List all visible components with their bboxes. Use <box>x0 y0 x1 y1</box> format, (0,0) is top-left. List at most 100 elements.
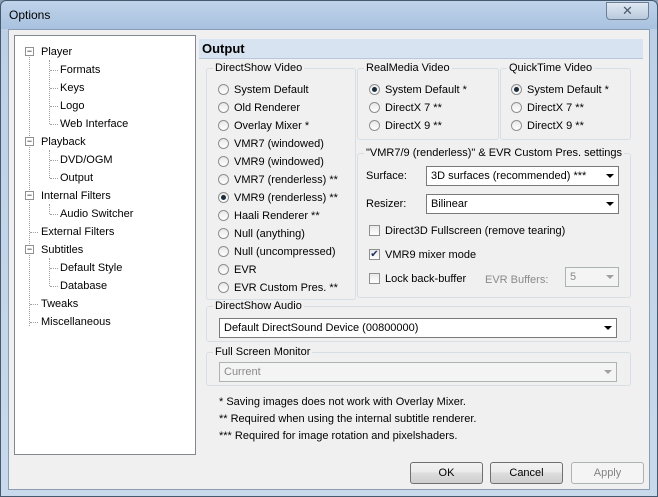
radio-label: DirectX 7 ** <box>527 102 584 114</box>
radio-icon[interactable] <box>218 83 229 95</box>
radio-system-default[interactable]: System Default <box>218 82 309 98</box>
radio-vmr7-windowed[interactable]: VMR7 (windowed) <box>218 136 324 152</box>
note-subtitle-renderer: ** Required when using the internal subt… <box>219 413 477 425</box>
surface-select[interactable]: 3D surfaces (recommended) *** <box>426 166 619 186</box>
radio-rm-system-default[interactable]: System Default * <box>369 82 467 98</box>
radio-icon[interactable] <box>218 263 229 275</box>
radio-icon[interactable] <box>218 155 229 167</box>
tree-item-formats[interactable]: Formats <box>60 62 100 78</box>
apply-button[interactable]: Apply <box>571 462 644 484</box>
checkmark-icon[interactable]: ✔ <box>369 248 380 260</box>
chevron-down-icon <box>604 370 612 374</box>
tree-item-subtitles[interactable]: Subtitles <box>41 242 83 258</box>
radio-icon[interactable] <box>218 209 229 221</box>
radio-label: Haali Renderer ** <box>234 210 320 222</box>
collapse-icon[interactable]: − <box>25 47 34 56</box>
chevron-down-icon <box>604 326 612 330</box>
tree-connector <box>50 106 58 107</box>
radio-icon[interactable] <box>369 119 380 131</box>
radio-icon[interactable] <box>369 101 380 113</box>
title-bar[interactable]: Options ✕ <box>1 1 657 29</box>
radio-haali-renderer[interactable]: Haali Renderer ** <box>218 208 320 224</box>
audio-device-value: Default DirectSound Device (00800000) <box>224 322 419 334</box>
radio-evr[interactable]: EVR <box>218 262 257 278</box>
tree-item-web-interface[interactable]: Web Interface <box>60 116 128 132</box>
radio-null-anything[interactable]: Null (anything) <box>218 226 305 242</box>
radio-label: System Default <box>234 84 309 96</box>
tree-item-default-style[interactable]: Default Style <box>60 260 122 276</box>
directshow-video-group: DirectShow Video System Default Old Rend… <box>206 62 356 300</box>
tree-item-external-filters[interactable]: External Filters <box>41 224 114 240</box>
radio-icon[interactable] <box>218 281 229 293</box>
radio-icon[interactable] <box>218 245 229 257</box>
vmr9-mixer-checkbox[interactable]: ✔ VMR9 mixer mode <box>369 247 476 263</box>
tree-item-miscellaneous[interactable]: Miscellaneous <box>41 314 111 330</box>
close-icon: ✕ <box>622 3 633 18</box>
radio-label: EVR Custom Pres. ** <box>234 282 338 294</box>
radio-icon[interactable] <box>218 101 229 113</box>
checkbox-icon[interactable] <box>369 272 380 284</box>
tree-item-keys[interactable]: Keys <box>60 80 84 96</box>
lock-backbuffer-checkbox[interactable]: Lock back-buffer <box>369 271 466 287</box>
tree-item-audio-switcher[interactable]: Audio Switcher <box>60 206 133 222</box>
tree-connector <box>30 304 38 305</box>
radio-label: DirectX 9 ** <box>527 120 584 132</box>
radio-qt-system-default[interactable]: System Default * <box>511 82 609 98</box>
tree-item-database[interactable]: Database <box>60 278 107 294</box>
radio-vmr7-renderless[interactable]: VMR7 (renderless) ** <box>218 172 338 188</box>
resizer-value: Bilinear <box>431 198 468 210</box>
tree-item-playback[interactable]: Playback <box>41 134 86 150</box>
page-title: Output <box>199 39 643 59</box>
radio-icon[interactable] <box>511 101 522 113</box>
radio-old-renderer[interactable]: Old Renderer <box>218 100 300 116</box>
tree-connector <box>50 178 58 179</box>
radio-rm-directx7[interactable]: DirectX 7 ** <box>369 100 442 116</box>
radio-qt-directx9[interactable]: DirectX 9 ** <box>511 118 584 134</box>
options-window: Options ✕ − Player Formats Keys Logo Web… <box>0 0 658 497</box>
collapse-icon[interactable]: − <box>25 191 34 200</box>
radio-qt-directx7[interactable]: DirectX 7 ** <box>511 100 584 116</box>
d3d-fullscreen-checkbox[interactable]: Direct3D Fullscreen (remove tearing) <box>369 223 565 239</box>
tree-item-internal-filters[interactable]: Internal Filters <box>41 188 111 204</box>
directshow-video-label: DirectShow Video <box>213 62 305 74</box>
cancel-button[interactable]: Cancel <box>490 462 563 484</box>
radio-evr-custom-pres[interactable]: EVR Custom Pres. ** <box>218 280 338 296</box>
options-tree[interactable]: − Player Formats Keys Logo Web Interface… <box>14 35 196 455</box>
radio-null-uncompressed[interactable]: Null (uncompressed) <box>218 244 335 260</box>
audio-device-select[interactable]: Default DirectSound Device (00800000) <box>219 318 617 338</box>
evr-buffers-select[interactable]: 5 <box>565 267 619 287</box>
evr-buffers-label: EVR Buffers: <box>485 274 549 286</box>
radio-icon[interactable] <box>511 119 522 131</box>
radio-overlay-mixer[interactable]: Overlay Mixer * <box>218 118 309 134</box>
radio-selected-icon[interactable] <box>218 191 229 203</box>
tree-item-output[interactable]: Output <box>60 170 93 186</box>
ok-button[interactable]: OK <box>410 462 483 484</box>
radio-icon[interactable] <box>218 227 229 239</box>
tree-connector <box>49 204 50 214</box>
checkbox-label: Direct3D Fullscreen (remove tearing) <box>385 225 566 237</box>
radio-icon[interactable] <box>218 137 229 149</box>
directshow-audio-group: DirectShow Audio Default DirectSound Dev… <box>206 300 631 342</box>
close-button[interactable]: ✕ <box>606 2 649 20</box>
tree-item-dvd-ogm[interactable]: DVD/OGM <box>60 152 113 168</box>
radio-rm-directx9[interactable]: DirectX 9 ** <box>369 118 442 134</box>
monitor-select[interactable]: Current <box>219 362 617 382</box>
radio-icon[interactable] <box>218 173 229 185</box>
tree-item-tweaks[interactable]: Tweaks <box>41 296 78 312</box>
radio-icon[interactable] <box>218 119 229 131</box>
radio-selected-icon[interactable] <box>369 83 380 95</box>
radio-label: Null (anything) <box>234 228 305 240</box>
radio-vmr9-windowed[interactable]: VMR9 (windowed) <box>218 154 324 170</box>
note-pixelshaders: *** Required for image rotation and pixe… <box>219 430 458 442</box>
collapse-icon[interactable]: − <box>25 245 34 254</box>
radio-label: Old Renderer <box>234 102 301 114</box>
checkbox-icon[interactable] <box>369 224 380 236</box>
tree-item-logo[interactable]: Logo <box>60 98 84 114</box>
radio-vmr9-renderless[interactable]: VMR9 (renderless) ** <box>218 190 338 206</box>
tree-item-player[interactable]: Player <box>41 44 72 60</box>
resizer-select[interactable]: Bilinear <box>426 194 619 214</box>
collapse-icon[interactable]: − <box>25 137 34 146</box>
radio-label: Overlay Mixer * <box>234 120 310 132</box>
radio-selected-icon[interactable] <box>511 83 522 95</box>
tree-connector <box>50 70 58 71</box>
